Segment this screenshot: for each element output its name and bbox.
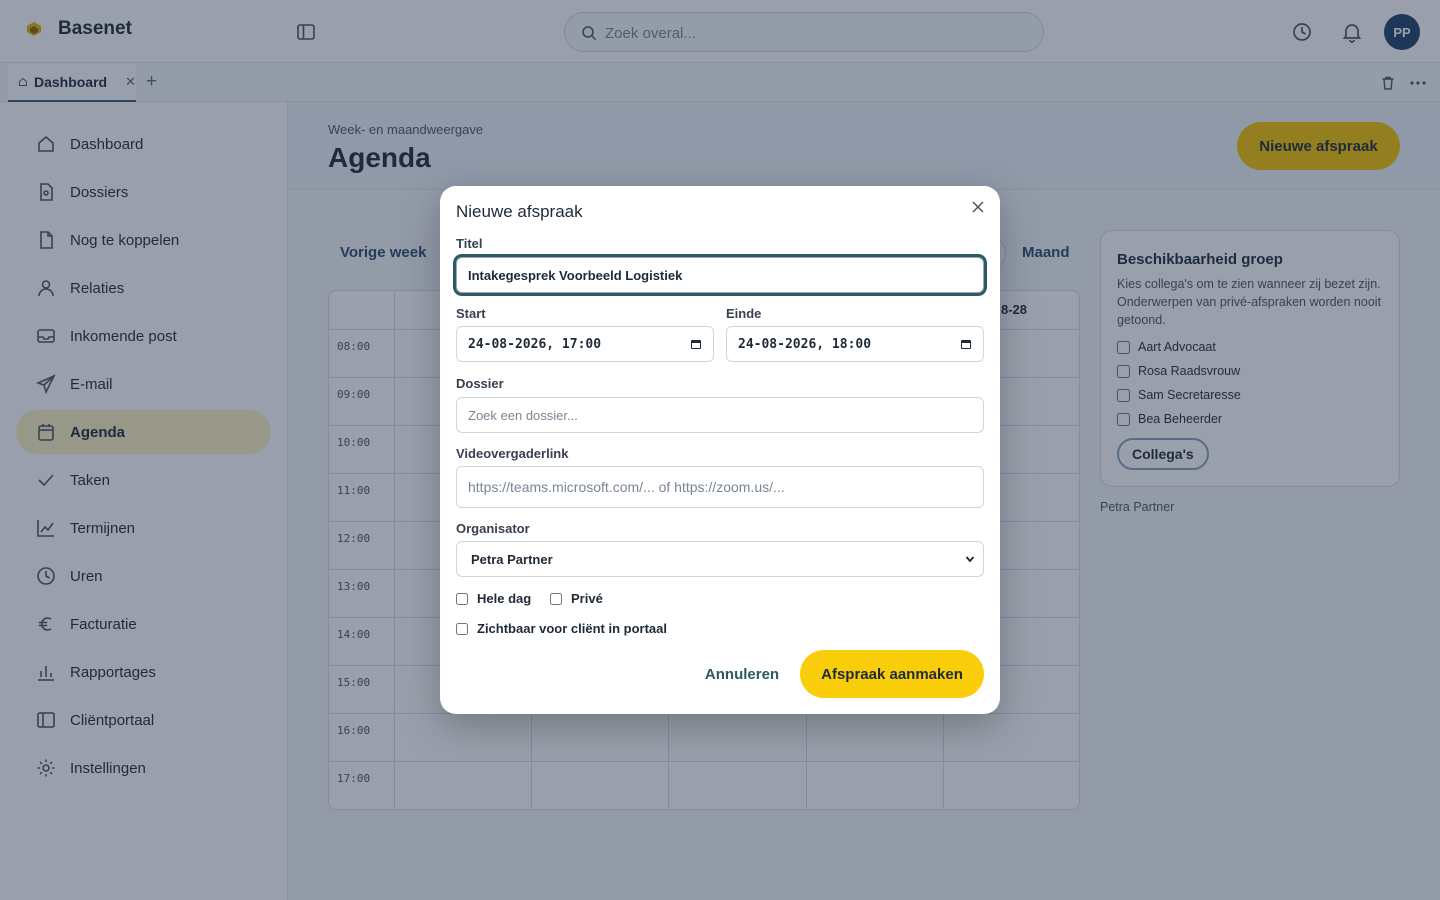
close-icon[interactable] — [971, 200, 985, 214]
create-appointment-button[interactable]: Afspraak aanmaken — [800, 650, 984, 698]
title-input[interactable] — [456, 257, 984, 293]
portal-visible-checkbox[interactable] — [456, 622, 468, 635]
portal-visible-checkbox-row[interactable]: Zichtbaar voor cliënt in portaal — [456, 621, 667, 636]
title-label: Titel — [456, 236, 483, 251]
new-appointment-dialog: Nieuwe afspraak Titel Start 24-08-2026, … — [440, 186, 1000, 714]
all-day-checkbox[interactable] — [456, 592, 468, 605]
end-label: Einde — [726, 306, 762, 321]
end-value: 24-08-2026, 18:00 — [738, 336, 872, 352]
organizer-value: Petra Partner — [471, 551, 553, 567]
start-datetime-input[interactable]: 24-08-2026, 17:00 — [456, 326, 714, 362]
start-label: Start — [456, 306, 486, 321]
dossier-label: Dossier — [456, 376, 504, 391]
chevron-down-icon — [965, 556, 975, 563]
dialog-title: Nieuwe afspraak — [456, 202, 583, 221]
video-link-input[interactable] — [456, 466, 984, 508]
private-checkbox[interactable] — [550, 592, 562, 605]
portal-visible-label: Zichtbaar voor cliënt in portaal — [477, 621, 667, 636]
calendar-icon[interactable] — [690, 338, 702, 350]
cancel-button[interactable]: Annuleren — [700, 662, 784, 686]
organizer-label: Organisator — [456, 521, 530, 536]
all-day-label: Hele dag — [477, 591, 532, 606]
organizer-select[interactable]: Petra Partner — [456, 541, 984, 577]
start-value: 24-08-2026, 17:00 — [468, 336, 602, 352]
end-datetime-input[interactable]: 24-08-2026, 18:00 — [726, 326, 984, 362]
private-label: Privé — [571, 591, 603, 606]
calendar-icon[interactable] — [960, 338, 972, 350]
private-checkbox-row[interactable]: Privé — [550, 591, 603, 606]
video-link-label: Videovergaderlink — [456, 446, 569, 461]
dossier-search-input[interactable] — [456, 397, 984, 433]
all-day-checkbox-row[interactable]: Hele dag — [456, 591, 531, 606]
